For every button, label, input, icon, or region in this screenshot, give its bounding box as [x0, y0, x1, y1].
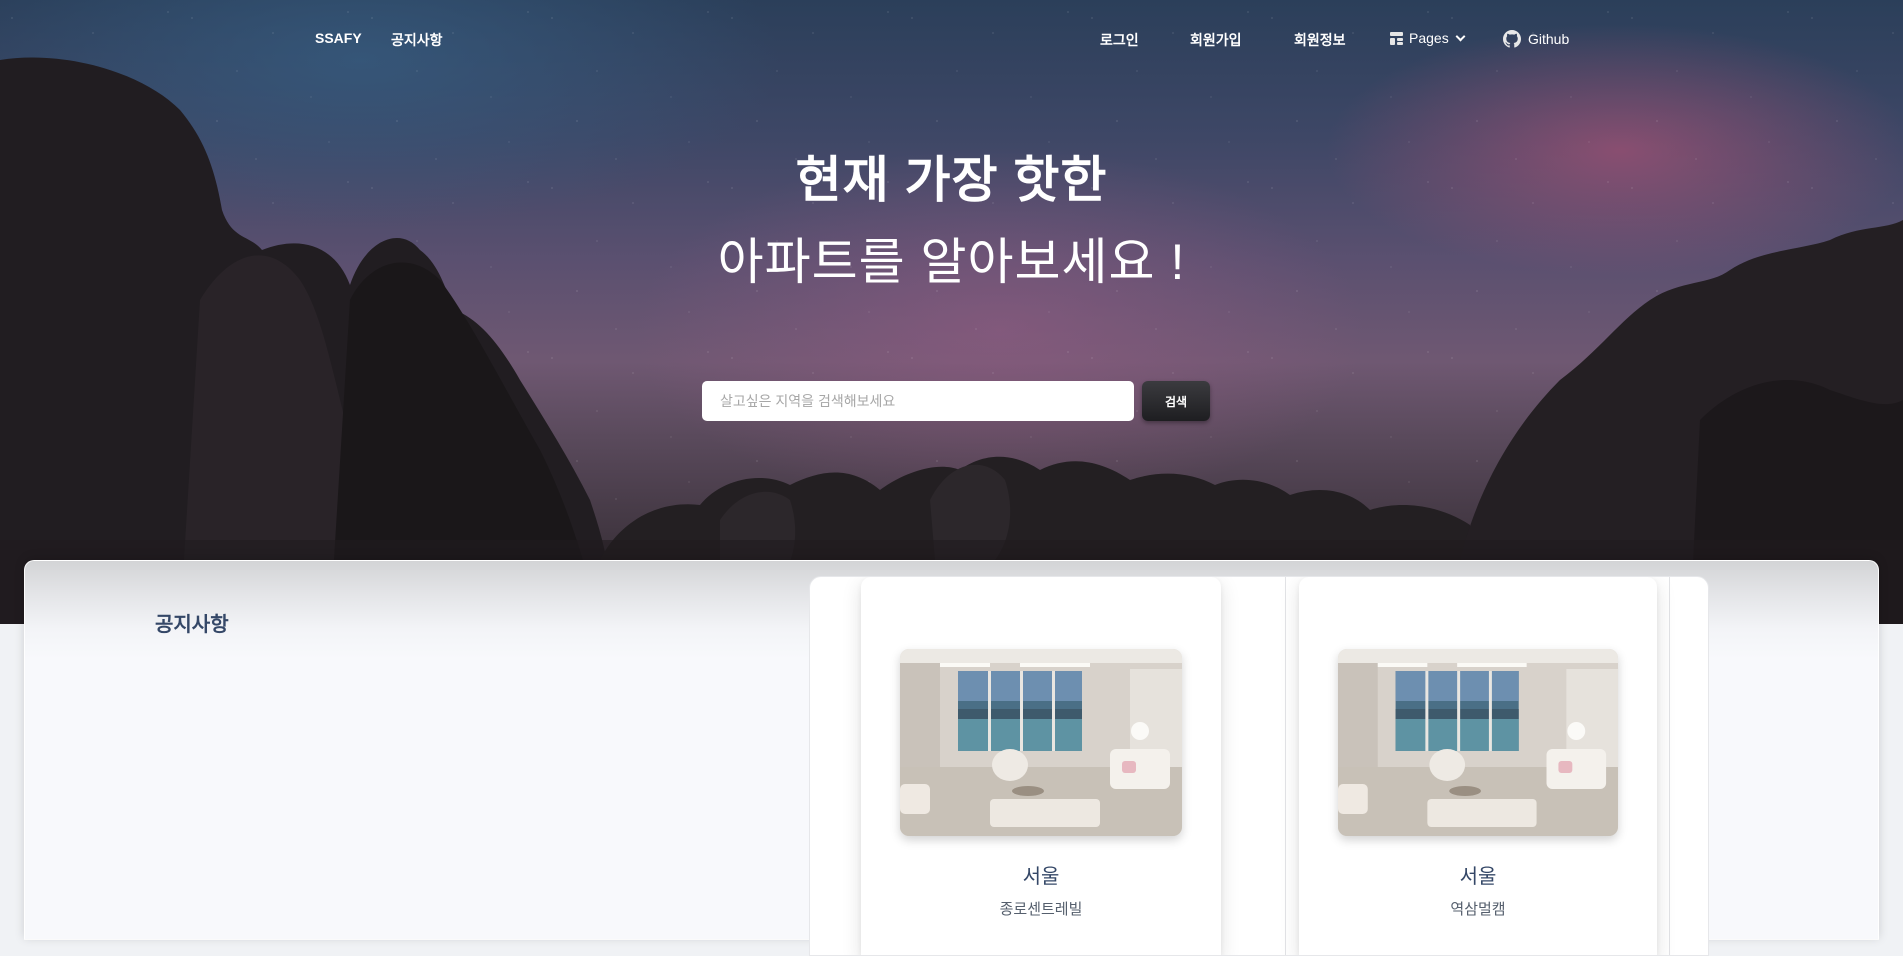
rock-silhouette-background — [0, 57, 1903, 624]
apartment-region: 서울 — [1022, 866, 1060, 888]
brand-link[interactable]: SSAFY — [315, 30, 362, 46]
nav-signup-link[interactable]: 회원가입 — [1190, 30, 1242, 50]
apartment-name: 역삼멀캠 — [1450, 901, 1506, 918]
carousel-divider — [1669, 577, 1670, 955]
github-icon — [1503, 30, 1521, 48]
hero-section: SSAFY 공지사항 로그인 회원가입 회원정보 Pages Github 현재… — [0, 0, 1903, 624]
apartment-region: 서울 — [1459, 866, 1497, 888]
living-room-image — [1338, 649, 1618, 836]
hero-title: 현재 가장 핫한 — [795, 152, 1108, 208]
notice-section-title: 공지사항 — [155, 614, 229, 636]
living-room-image — [900, 649, 1182, 836]
apartment-photo — [1338, 649, 1618, 836]
chevron-down-icon — [1455, 31, 1466, 42]
apartment-name: 종로센트레빌 — [999, 901, 1083, 918]
apartment-photo — [900, 649, 1182, 836]
nav-pages-label: Pages — [1409, 30, 1449, 46]
nav-pages-dropdown[interactable]: Pages — [1390, 30, 1466, 46]
carousel-divider — [1285, 577, 1286, 955]
search-input[interactable] — [702, 381, 1134, 421]
apartment-card[interactable]: 서울 역삼멀캠 — [1299, 577, 1657, 955]
nav-github-label: Github — [1528, 31, 1570, 47]
apartment-card[interactable]: 서울 종로센트레빌 — [861, 577, 1221, 955]
nav-notice-link[interactable]: 공지사항 — [391, 30, 443, 50]
apartment-carousel: 서울 종로센트레빌 서울 역삼멀캠 — [809, 576, 1709, 956]
pages-icon — [1390, 31, 1403, 45]
nav-login-link[interactable]: 로그인 — [1100, 30, 1139, 50]
search-button[interactable]: 검색 — [1142, 381, 1210, 421]
nav-userinfo-link[interactable]: 회원정보 — [1294, 30, 1346, 50]
hero-subtitle: 아파트를 알아보세요 ! — [717, 234, 1186, 290]
nav-github-link[interactable]: Github — [1503, 30, 1569, 48]
